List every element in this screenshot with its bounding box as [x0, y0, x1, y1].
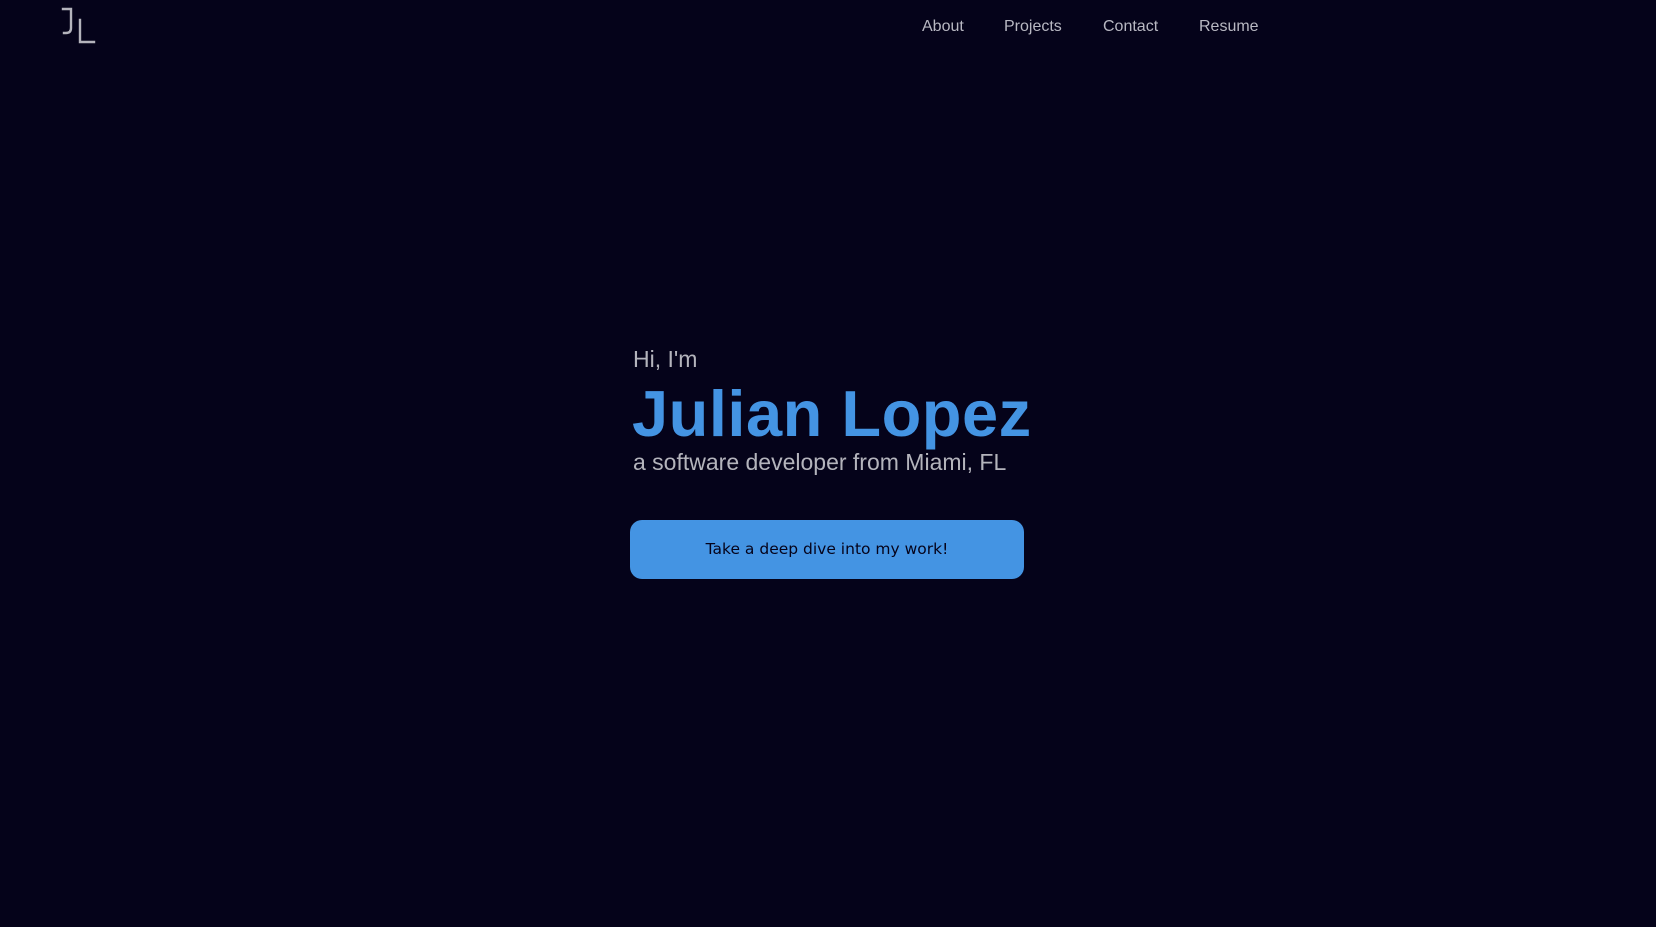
nav-link-resume[interactable]: Resume: [1199, 17, 1259, 37]
nav-link-about[interactable]: About: [922, 17, 964, 37]
hero-name: Julian Lopez: [632, 377, 1032, 450]
hero-tagline: a software developer from Miami, FL: [633, 449, 1007, 475]
nav-link-projects[interactable]: Projects: [1004, 17, 1062, 37]
top-nav: About Projects Contact Resume: [0, 17, 1656, 41]
hero-greeting: Hi, I'm: [633, 346, 698, 372]
view-work-button[interactable]: Take a deep dive into my work!: [630, 520, 1024, 579]
nav-link-contact[interactable]: Contact: [1103, 17, 1158, 37]
portfolio-page: About Projects Contact Resume Hi, I'm Ju…: [0, 0, 1656, 927]
